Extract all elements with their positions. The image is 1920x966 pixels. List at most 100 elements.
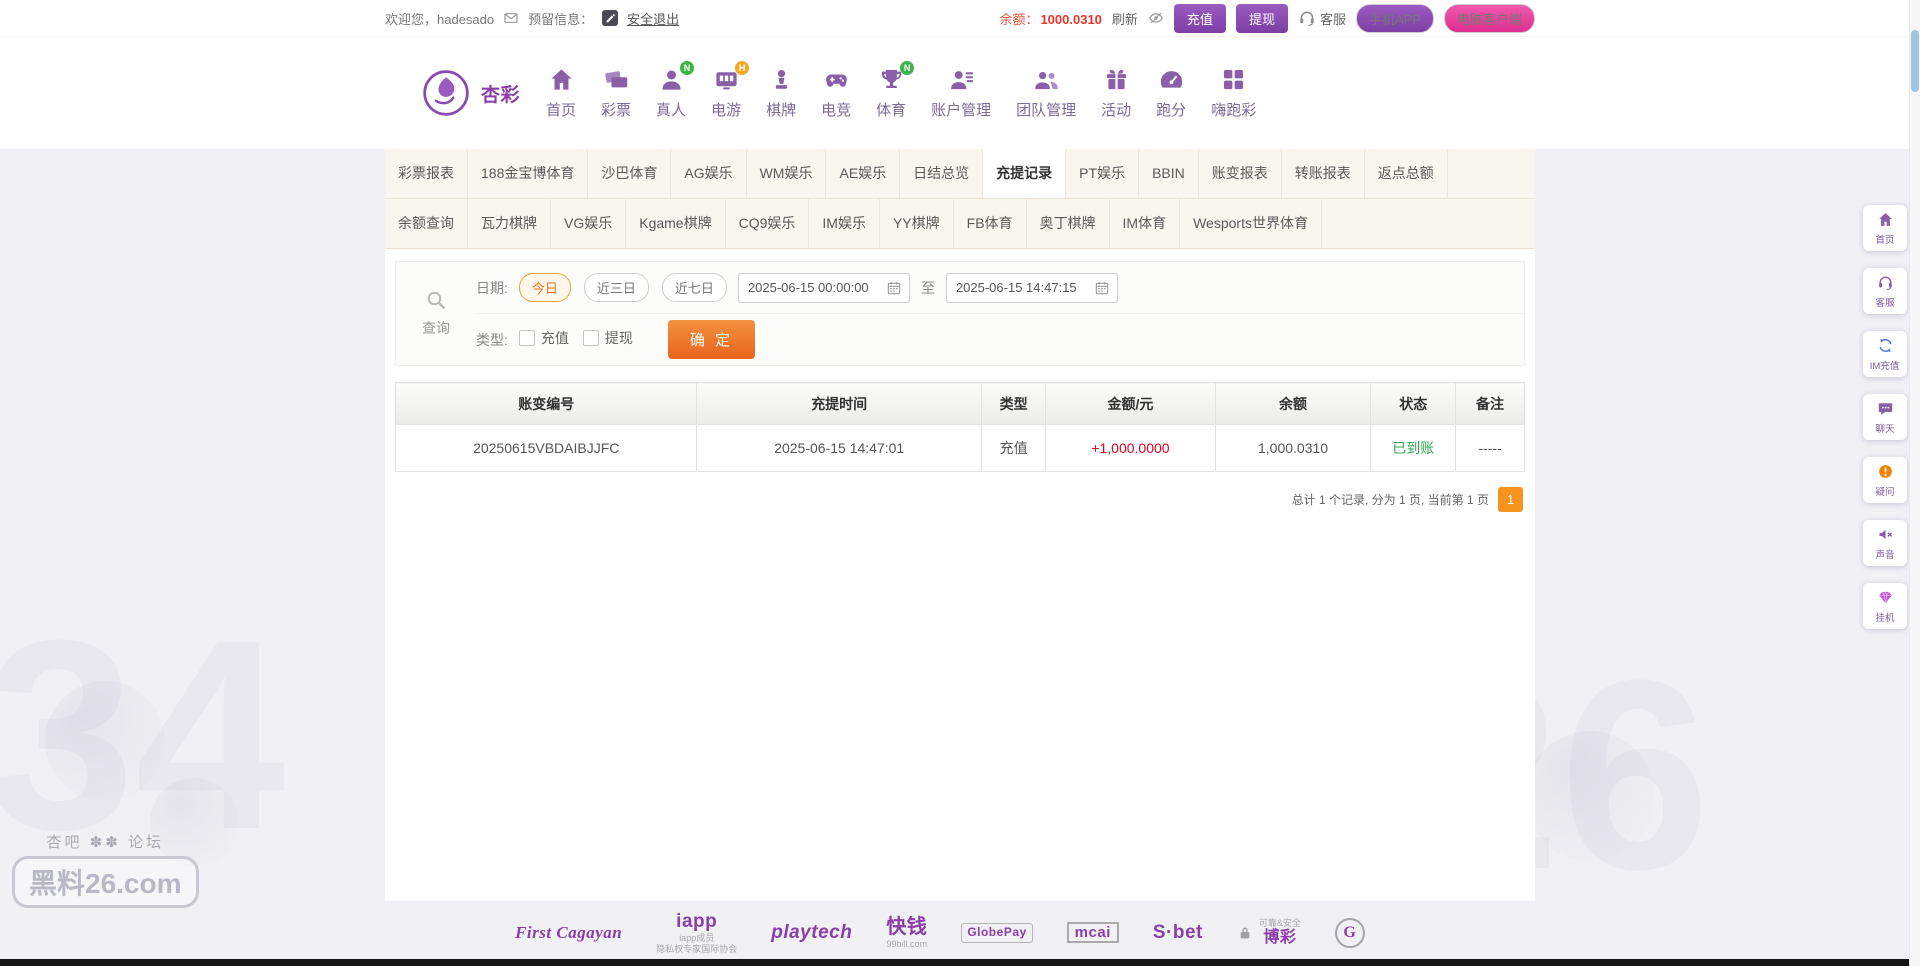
nav-row: 杏彩 首页 彩票 真人 N 电游 H 棋牌 电竞 体育 N 账户管理 团队管理 活动 跑分 嗨跑彩 [385, 37, 1535, 149]
nav-item-11[interactable]: 跑分 [1156, 66, 1186, 120]
tab-row2-9[interactable]: 奥丁棋牌 [1027, 199, 1110, 248]
home-icon [548, 66, 575, 93]
nav-item-9[interactable]: 团队管理 [1016, 66, 1076, 120]
sidebar-item-label: 客服 [1875, 298, 1895, 309]
tab-row1-13[interactable]: 返点总额 [1365, 149, 1448, 198]
date-to-field[interactable] [953, 279, 1090, 296]
quick-date-2[interactable]: 近三日 [583, 273, 649, 302]
chess-icon [768, 66, 795, 93]
nav-badge: N [900, 61, 915, 75]
tab-row2-1[interactable]: 余额查询 [385, 199, 468, 248]
tab-row2-3[interactable]: VG娱乐 [551, 199, 627, 248]
envelope-icon[interactable] [503, 10, 519, 26]
nav-item-2[interactable]: 彩票 [601, 66, 631, 120]
nav-item-3[interactable]: 真人 N [656, 61, 695, 120]
type-option-2[interactable]: 提现 [582, 328, 633, 348]
tab-row1-10[interactable]: BBIN [1139, 149, 1199, 198]
quick-date-1[interactable]: 今日 [518, 273, 571, 302]
withdraw-button[interactable]: 提现 [1235, 3, 1288, 33]
tab-row1-6[interactable]: AE娱乐 [826, 149, 901, 198]
nav-badge: N [680, 61, 695, 75]
date-from-field[interactable] [745, 279, 882, 296]
sidebar-item-label: 首页 [1875, 235, 1895, 246]
refresh-link[interactable]: 刷新 [1112, 9, 1138, 28]
tab-row2-7[interactable]: YY棋牌 [880, 199, 954, 248]
eye-off-icon[interactable] [1148, 10, 1164, 26]
date-from-input[interactable] [737, 272, 910, 303]
sidebar-item-6[interactable]: 声音 [1863, 520, 1907, 566]
type-option-1[interactable]: 充值 [518, 328, 569, 348]
nav-item-8[interactable]: 账户管理 [931, 66, 991, 120]
edit-icon[interactable] [602, 10, 619, 26]
calendar-icon[interactable] [1094, 280, 1110, 296]
sidebar-item-5[interactable]: 疑问 [1863, 457, 1907, 503]
scrollbar-thumb[interactable] [1911, 30, 1919, 92]
tab-row2-2[interactable]: 瓦力棋牌 [468, 199, 551, 248]
nav-item-1[interactable]: 首页 [546, 66, 576, 120]
tab-row2-11[interactable]: Wesports世界体育 [1180, 199, 1322, 248]
pc-client-button[interactable]: 电脑客户端 [1443, 3, 1535, 33]
watermark-forum-text: 杏吧 ✽✽ 论坛 [46, 834, 164, 851]
date-label: 日期: [476, 279, 508, 296]
tab-row1-2[interactable]: 188金宝博体育 [468, 149, 589, 198]
sidebar-item-label: 聊天 [1875, 424, 1895, 435]
sidebar-item-7[interactable]: 挂机 [1863, 583, 1907, 629]
to-label: 至 [920, 279, 935, 296]
type-options: 充值 提现 [518, 328, 647, 351]
quick-date-3[interactable]: 近七日 [661, 273, 727, 302]
sidebar-item-1[interactable]: 首页 [1863, 205, 1907, 251]
nav-item-6[interactable]: 电竞 [821, 66, 851, 120]
main-nav: 首页 彩票 真人 N 电游 H 棋牌 电竞 体育 N 账户管理 团队管理 活动 跑分 嗨跑彩 [546, 61, 1256, 120]
customer-service[interactable]: 客服 [1298, 9, 1346, 28]
topbar: 欢迎您，hadesado 预留信息： 安全退出 余额： 1000.0310 刷新 … [0, 0, 1920, 37]
logo-text: 杏彩 [481, 84, 521, 106]
page-1-button[interactable]: 1 [1498, 487, 1523, 512]
cell-1-3: 充值 [980, 424, 1047, 472]
deposit-button[interactable]: 充值 [1173, 3, 1226, 33]
date-to-input[interactable] [945, 272, 1118, 303]
tab-row1-1[interactable]: 彩票报表 [385, 149, 468, 198]
reserved-info-label: 预留信息： [528, 11, 594, 27]
sidebar-item-3[interactable]: IM充值 [1863, 331, 1907, 377]
nav-item-12[interactable]: 嗨跑彩 [1211, 66, 1256, 120]
tab-row2-8[interactable]: FB体育 [954, 199, 1027, 248]
tab-row1-5[interactable]: WM娱乐 [747, 149, 827, 198]
nav-item-label: 账户管理 [931, 102, 992, 119]
column-header-6: 状态 [1370, 382, 1457, 425]
background-ball [1525, 731, 1655, 861]
tab-row1-12[interactable]: 转账报表 [1282, 149, 1365, 198]
query-column[interactable]: 查询 [396, 262, 476, 365]
confirm-button[interactable]: 确 定 [667, 320, 756, 359]
nav-item-7[interactable]: 体育 N [876, 61, 915, 120]
activity-icon [1103, 66, 1130, 93]
sidebar-item-4[interactable]: 聊天 [1863, 394, 1907, 440]
logout-link[interactable]: 安全退出 [627, 9, 679, 28]
tab-row1-9[interactable]: PT娱乐 [1066, 149, 1140, 198]
mobile-app-button[interactable]: 手机APP [1355, 3, 1434, 33]
tab-row2-5[interactable]: CQ9娱乐 [726, 199, 810, 248]
nav-item-10[interactable]: 活动 [1101, 66, 1131, 120]
tab-row1-7[interactable]: 日结总览 [900, 149, 984, 198]
calendar-icon[interactable] [886, 280, 902, 296]
tab-row-1: 彩票报表 188金宝博体育 沙巴体育 AG娱乐 WM娱乐 AE娱乐 日结总览 充提记录 PT娱乐… [385, 149, 1535, 199]
checkbox-icon[interactable] [582, 330, 599, 346]
sidebar-item-2[interactable]: 客服 [1863, 268, 1907, 314]
tab-row1-4[interactable]: AG娱乐 [671, 149, 747, 198]
headset-icon [1877, 274, 1894, 291]
tab-row2-10[interactable]: IM体育 [1110, 199, 1181, 248]
tab-row1-11[interactable]: 账变报表 [1199, 149, 1282, 198]
site-logo[interactable]: 杏彩 [421, 68, 520, 118]
tab-row-2: 余额查询 瓦力棋牌 VG娱乐 Kgame棋牌 CQ9娱乐 IM娱乐 YY棋牌 FB体育 奥丁棋牌… [385, 199, 1535, 249]
nav-item-5[interactable]: 棋牌 [766, 66, 796, 120]
tab-row2-4[interactable]: Kgame棋牌 [626, 199, 726, 248]
tab-row1-8[interactable]: 充提记录 [983, 149, 1067, 198]
header: 欢迎您，hadesado 预留信息： 安全退出 余额： 1000.0310 刷新 … [0, 0, 1920, 149]
im-recharge-icon [1877, 337, 1894, 354]
filter-panel: 查询 日期: 今日近三日近七日 至 类型: 充值 提现 确 定 [395, 261, 1525, 366]
checkbox-icon[interactable] [518, 330, 535, 346]
column-header-1: 账变编号 [394, 382, 698, 425]
tab-row2-6[interactable]: IM娱乐 [809, 199, 880, 248]
nav-item-label: 活动 [1101, 102, 1132, 119]
tab-row1-3[interactable]: 沙巴体育 [588, 149, 672, 198]
nav-item-4[interactable]: 电游 H [711, 61, 750, 120]
